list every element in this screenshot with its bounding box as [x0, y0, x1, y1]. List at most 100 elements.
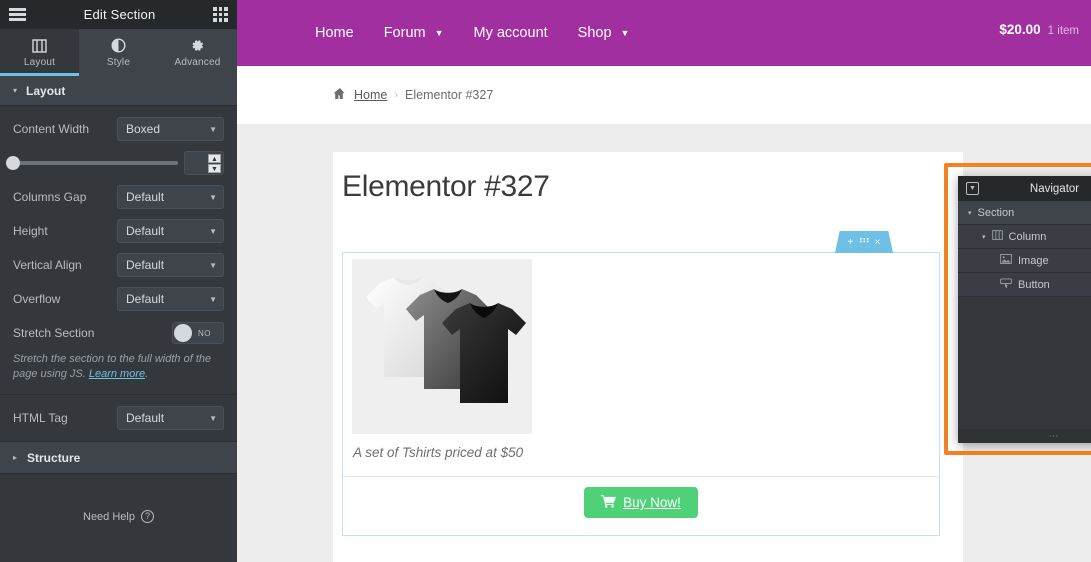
- preview-area: Home Forum ▼ My account Shop ▼ $20.00 1 …: [237, 0, 1091, 562]
- cart-amount: $20.00: [999, 22, 1041, 37]
- button-widget: Buy Now!: [343, 487, 939, 518]
- navigator-item-button[interactable]: Button: [958, 273, 1091, 297]
- html-tag-value: Default: [126, 411, 165, 425]
- menu-item-my-account-label: My account: [473, 25, 548, 41]
- breadcrumb-home-link[interactable]: Home: [354, 88, 387, 102]
- number-spinner[interactable]: ▲ ▼: [208, 153, 221, 173]
- need-help-link[interactable]: Need Help ?: [0, 510, 237, 523]
- navigator-header: ▼ Navigator ✕: [958, 176, 1091, 201]
- editor-left-panel: Edit Section Layout Style Advanced ▾ Lay…: [0, 0, 237, 562]
- structure-section-header[interactable]: ▸ Structure: [0, 441, 237, 474]
- chevron-down-icon[interactable]: ▾: [982, 233, 986, 241]
- slider-handle[interactable]: [6, 156, 20, 170]
- menu-item-shop-label: Shop: [577, 25, 612, 41]
- control-html-tag: HTML Tag Default ▼: [13, 401, 224, 435]
- gear-icon: [190, 38, 205, 54]
- chevron-down-icon: ▼: [209, 226, 217, 236]
- stretch-section-label: Stretch Section: [13, 326, 95, 340]
- height-select[interactable]: Default ▼: [117, 219, 224, 243]
- section-edit-handle[interactable]: + ×: [835, 231, 893, 253]
- breadcrumb-current: Elementor #327: [405, 88, 494, 102]
- navigator-title: Navigator: [1029, 182, 1080, 195]
- tab-style-label: Style: [106, 56, 131, 68]
- elementor-editor-screen: Edit Section Layout Style Advanced ▾ Lay…: [0, 0, 1091, 562]
- control-stretch-section: Stretch Section NO: [13, 316, 224, 350]
- overflow-select[interactable]: Default ▼: [117, 287, 224, 311]
- vertical-align-select[interactable]: Default ▼: [117, 253, 224, 277]
- stretch-section-toggle[interactable]: NO: [172, 322, 224, 344]
- layout-section-header[interactable]: ▾ Layout: [0, 76, 237, 106]
- tab-advanced[interactable]: Advanced: [158, 29, 237, 76]
- content-width-number-input[interactable]: ▲ ▼: [184, 151, 224, 175]
- content-width-slider-row: ▲ ▼: [6, 146, 224, 180]
- add-section-icon[interactable]: +: [848, 237, 854, 248]
- buy-now-label: Buy Now!: [623, 495, 681, 510]
- html-tag-label: HTML Tag: [13, 411, 68, 425]
- content-width-select[interactable]: Boxed ▼: [117, 117, 224, 141]
- menu-item-home[interactable]: Home: [315, 25, 354, 41]
- navigator-item-column[interactable]: ▾ Column: [958, 225, 1091, 249]
- navigator-panel: ▼ Navigator ✕ ▾ Section ▾ Column: [958, 176, 1091, 443]
- menu-item-my-account[interactable]: My account: [474, 25, 548, 41]
- tab-layout-label: Layout: [23, 56, 56, 68]
- panel-header: Edit Section: [0, 0, 237, 29]
- delete-section-icon[interactable]: ×: [875, 237, 881, 248]
- elementor-section[interactable]: + × A set of Tshirts priced at $50 Buy N…: [342, 231, 940, 536]
- drag-section-icon[interactable]: [859, 237, 869, 248]
- chevron-right-icon: ▸: [13, 453, 18, 462]
- columns-gap-select[interactable]: Default ▼: [117, 185, 224, 209]
- learn-more-link[interactable]: Learn more: [89, 368, 145, 380]
- navigator-item-section-label: Section: [977, 206, 1015, 219]
- navigator-resize-handle[interactable]: ⋯: [958, 429, 1091, 443]
- site-navigation-bar: Home Forum ▼ My account Shop ▼ $20.00 1 …: [237, 0, 1091, 66]
- control-content-width: Content Width Boxed ▼: [13, 112, 224, 146]
- content-width-slider[interactable]: [6, 156, 178, 170]
- chevron-down-icon: ▼: [620, 28, 630, 38]
- navigator-item-column-label: Column: [1008, 230, 1047, 243]
- buy-now-button[interactable]: Buy Now!: [584, 487, 698, 518]
- control-overflow: Overflow Default ▼: [13, 282, 224, 316]
- structure-label: Structure: [27, 450, 81, 465]
- question-mark-icon: ?: [140, 510, 154, 523]
- content-width-value: Boxed: [126, 122, 161, 136]
- chevron-down-icon: ▼: [209, 260, 217, 270]
- page-title: Elementor #327: [342, 170, 550, 203]
- chevron-down-icon: ▼: [209, 192, 217, 202]
- menu-item-forum-label: Forum: [383, 25, 426, 41]
- hint-tail: .: [145, 368, 149, 380]
- columns-gap-value: Default: [126, 190, 165, 204]
- toggle-knob: [174, 324, 192, 342]
- navigator-item-section[interactable]: ▾ Section: [958, 201, 1091, 225]
- navigator-tree: ▾ Section ▾ Column Image Button: [958, 201, 1091, 429]
- menu-item-shop[interactable]: Shop ▼: [578, 25, 630, 41]
- panel-title: Edit Section: [83, 7, 156, 22]
- menu-item-forum[interactable]: Forum ▼: [384, 25, 444, 41]
- cart-summary[interactable]: $20.00 1 item: [999, 22, 1079, 37]
- chevron-down-icon: ▼: [209, 124, 217, 134]
- html-tag-select[interactable]: Default ▼: [117, 406, 224, 430]
- contrast-circle-icon: [111, 38, 126, 54]
- chevron-down-icon: ▾: [13, 86, 18, 95]
- height-value: Default: [126, 224, 165, 238]
- control-divider: [0, 394, 237, 395]
- tab-layout[interactable]: Layout: [0, 29, 79, 76]
- vertical-align-label: Vertical Align: [13, 258, 82, 272]
- tab-style[interactable]: Style: [79, 29, 158, 76]
- overflow-value: Default: [126, 292, 165, 306]
- hamburger-menu-icon[interactable]: [9, 8, 26, 21]
- chevron-down-icon[interactable]: ▾: [968, 209, 972, 217]
- layout-controls: Content Width Boxed ▼ ▲ ▼ Columns Gap De…: [0, 106, 237, 435]
- navigator-item-image-label: Image: [1018, 254, 1049, 267]
- button-icon: [1000, 278, 1012, 291]
- navigator-item-image[interactable]: Image: [958, 249, 1091, 273]
- control-columns-gap: Columns Gap Default ▼: [13, 180, 224, 214]
- breadcrumb: Home › Elementor #327: [237, 66, 1091, 124]
- column-icon: [991, 230, 1003, 243]
- grid-apps-icon[interactable]: [213, 7, 228, 22]
- chevron-down-icon: ▼: [434, 28, 444, 38]
- chevron-down-icon: ▼: [209, 413, 217, 423]
- tshirts-image[interactable]: [352, 259, 532, 434]
- overflow-label: Overflow: [13, 292, 61, 306]
- height-label: Height: [13, 224, 48, 238]
- image-caption: A set of Tshirts priced at $50: [353, 445, 524, 460]
